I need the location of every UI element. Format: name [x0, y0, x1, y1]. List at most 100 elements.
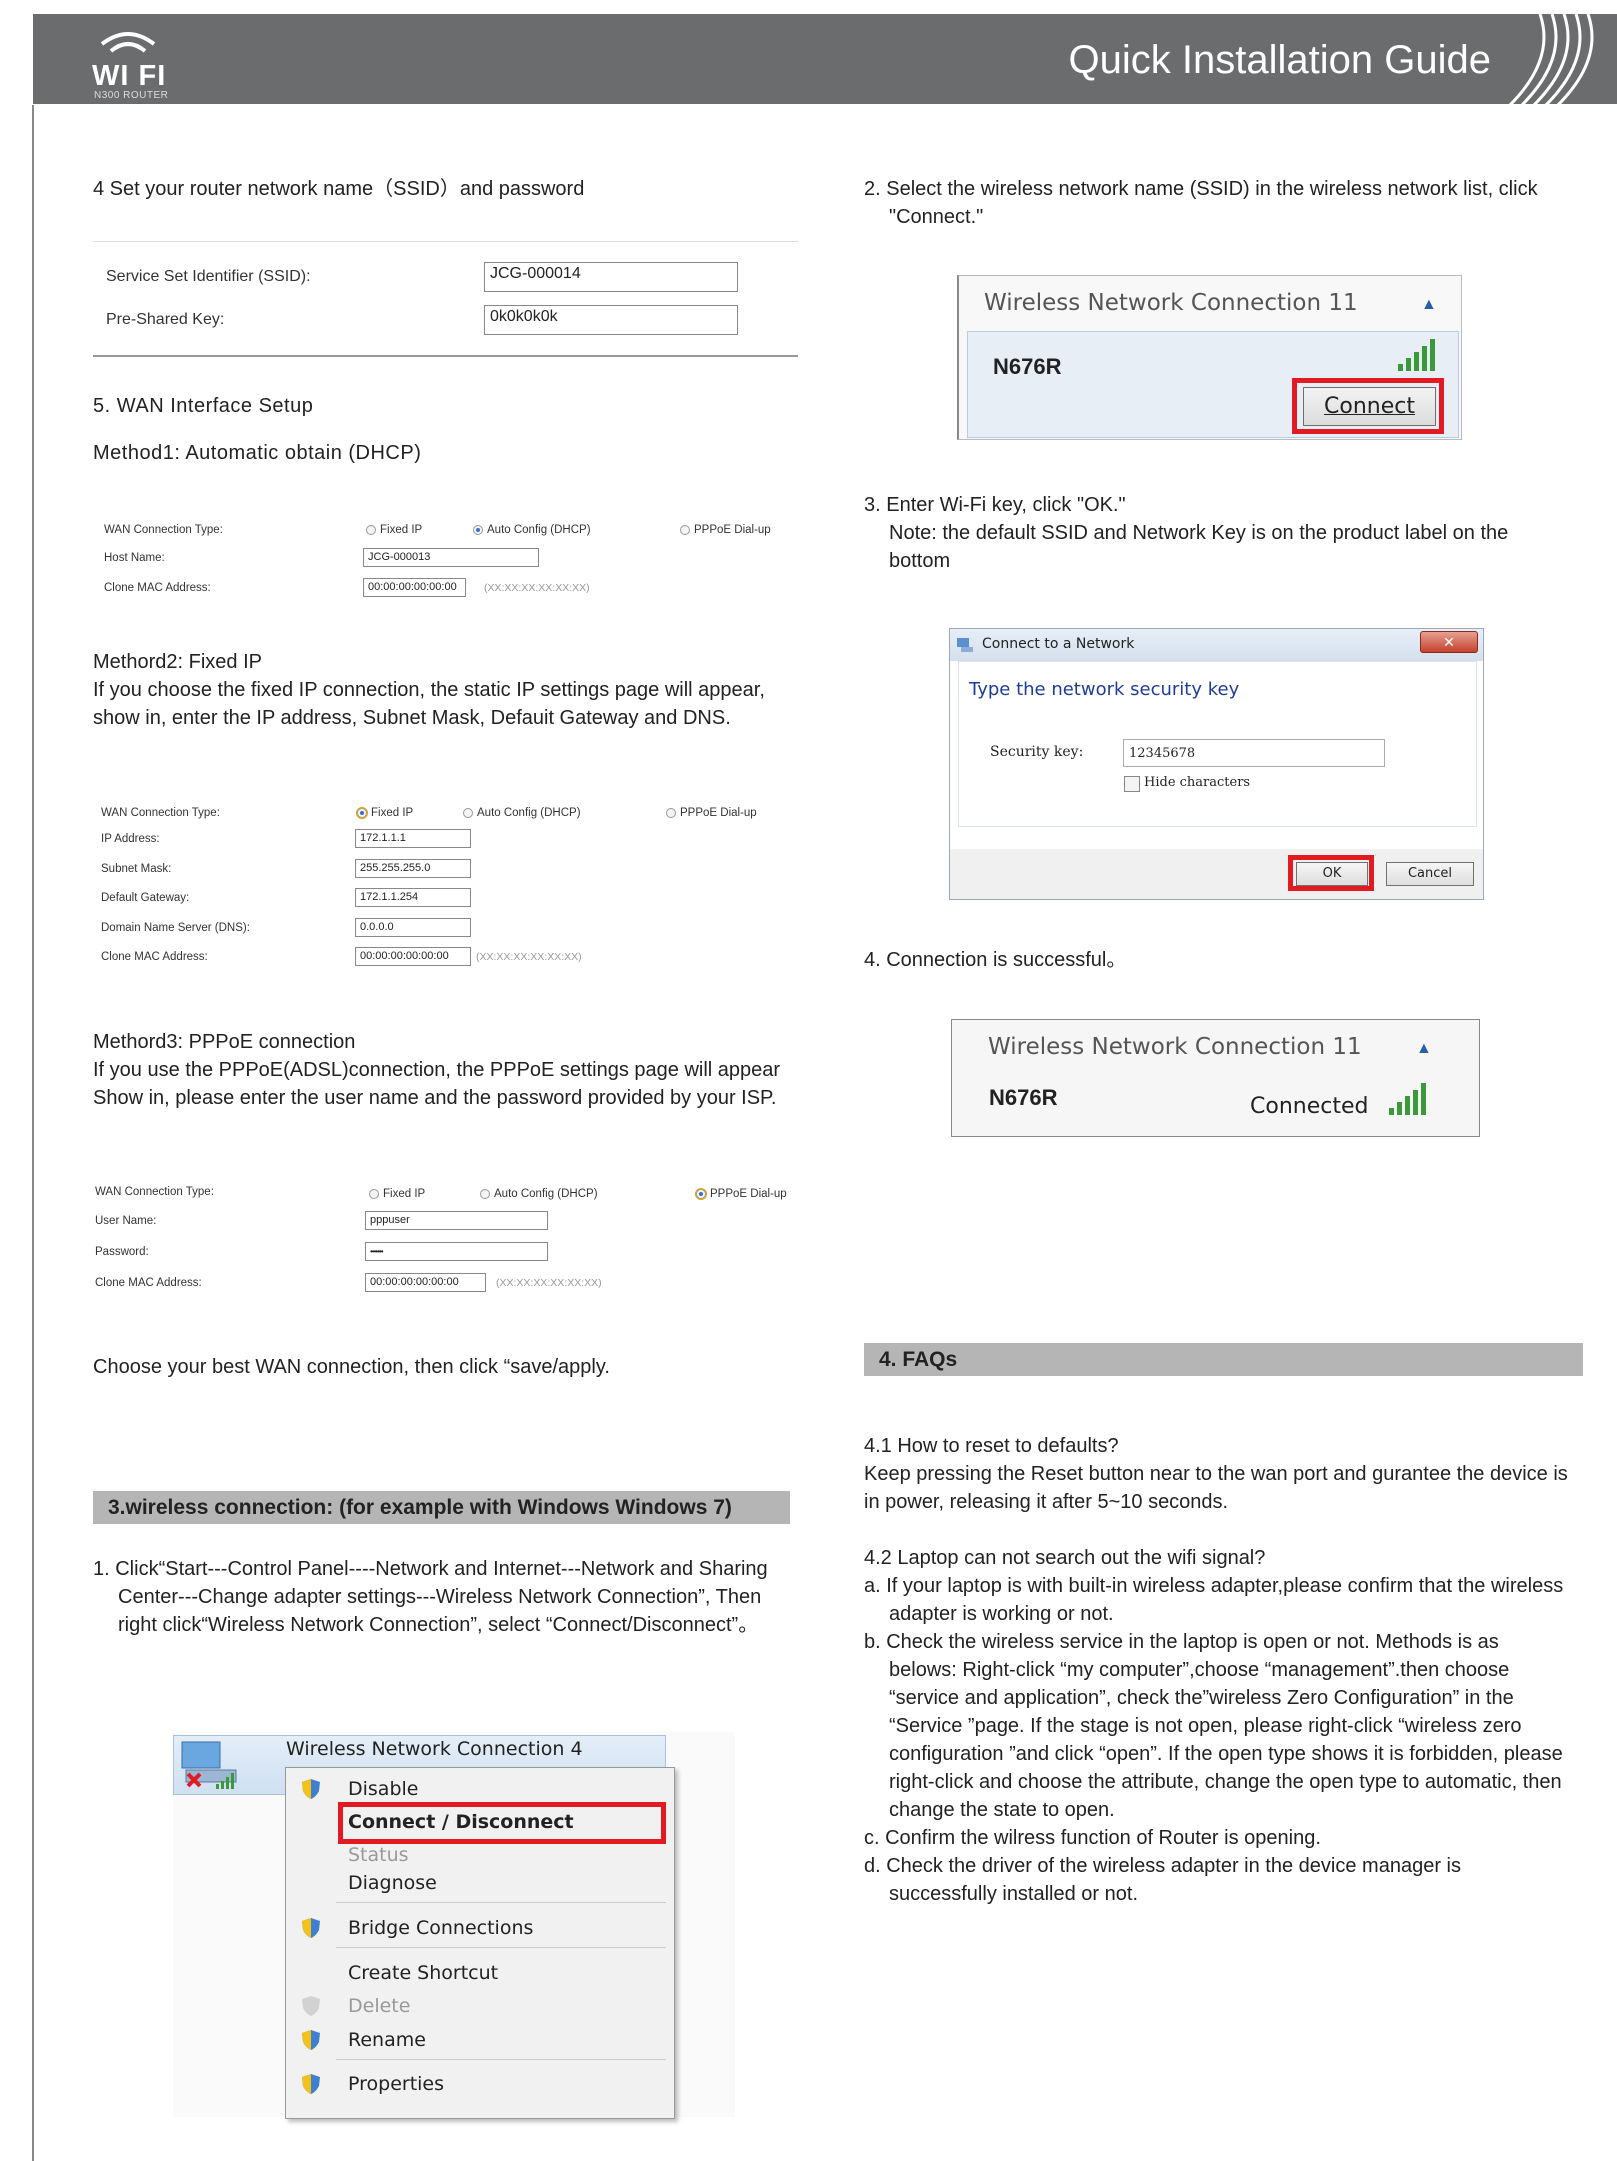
password-input[interactable]: •••••••	[365, 1242, 548, 1261]
menu-item-disable[interactable]: Disable	[348, 1778, 418, 1800]
decorative-stripes-icon	[1508, 14, 1594, 107]
radio-label: PPPoE Dial-up	[710, 1188, 787, 1200]
cancel-button[interactable]: Cancel	[1386, 862, 1474, 886]
radio-icon	[480, 1189, 490, 1199]
logo-text: WI FI	[92, 60, 167, 92]
radio-label: PPPoE Dial-up	[680, 807, 757, 819]
faq2-item-a: a. If your laptop is with built-in wirel…	[864, 1575, 1564, 1625]
method2-text: If you choose the fixed IP connection, t…	[93, 679, 765, 729]
logo-subtitle: N300 ROUTER	[94, 90, 169, 101]
menu-item-rename[interactable]: Rename	[348, 2029, 426, 2051]
connection-status: Connected	[1250, 1094, 1369, 1119]
wireless-network-popup: Wireless Network Connection 11 ▲ N676R C…	[957, 275, 1462, 440]
radio-auto-config[interactable]: Auto Config (DHCP)	[480, 1188, 598, 1200]
radio-label: Fixed IP	[383, 1188, 426, 1200]
user-name-input[interactable]: pppuser	[365, 1211, 548, 1230]
dialog-heading: Type the network security key	[969, 679, 1240, 700]
dns-input[interactable]: 0.0.0.0	[355, 918, 471, 937]
gateway-input[interactable]: 172.1.1.254	[355, 888, 471, 907]
shield-icon	[300, 2029, 322, 2051]
clone-mac-label: Clone MAC Address:	[104, 582, 211, 594]
hide-characters-checkbox[interactable]	[1124, 776, 1140, 792]
security-key-input[interactable]: 12345678	[1123, 739, 1385, 767]
step2-paragraph: 2. Select the wireless network name (SSI…	[864, 178, 1538, 228]
radio-fixed-ip[interactable]: Fixed IP	[369, 1188, 425, 1200]
mac-format-hint: (XX:XX:XX:XX:XX:XX)	[476, 951, 582, 963]
faq1-answer: Keep pressing the Reset button near to t…	[864, 1463, 1568, 1513]
divider	[93, 355, 798, 357]
subnet-mask-input[interactable]: 255.255.255.0	[355, 859, 471, 878]
faq1-question: 4.1 How to reset to defaults?	[864, 1435, 1119, 1457]
ok-button[interactable]: OK	[1296, 862, 1368, 886]
method3-title: Methord3: PPPoE connection	[93, 1031, 356, 1053]
chevron-up-icon[interactable]: ▲	[1416, 1040, 1432, 1058]
psk-input[interactable]: 0k0k0k0k	[484, 305, 738, 335]
clone-mac-input[interactable]: 00:00:00:00:00:00	[355, 947, 471, 966]
step2-text: 2. Select the wireless network name (SSI…	[864, 175, 1564, 231]
faq-section-header: 4. FAQs	[864, 1343, 1583, 1376]
chevron-up-icon[interactable]: ▲	[1421, 296, 1437, 314]
divider	[93, 241, 798, 242]
radio-pppoe[interactable]: PPPoE Dial-up	[680, 524, 771, 536]
ssid-input[interactable]: JCG-000014	[484, 262, 738, 292]
network-adapter-icon	[181, 1741, 237, 1789]
security-key-label: Security key:	[990, 744, 1084, 760]
menu-separator	[336, 1902, 666, 1903]
radio-auto-config[interactable]: Auto Config (DHCP)	[473, 524, 591, 536]
clone-mac-label: Clone MAC Address:	[95, 1277, 202, 1289]
radio-auto-config[interactable]: Auto Config (DHCP)	[463, 807, 581, 819]
radio-pppoe[interactable]: PPPoE Dial-up	[695, 1188, 787, 1200]
method2-title: Methord2: Fixed IP	[93, 651, 262, 673]
radio-pppoe[interactable]: PPPoE Dial-up	[666, 807, 757, 819]
host-name-label: Host Name:	[104, 552, 165, 564]
shield-icon	[300, 1917, 322, 1939]
radio-label: PPPoE Dial-up	[694, 524, 771, 536]
highlight-box	[338, 1802, 666, 1844]
radio-icon	[463, 808, 473, 818]
wan-type-label: WAN Connection Type:	[95, 1186, 214, 1198]
radio-selected-icon	[356, 807, 368, 819]
context-menu: Disable Connect / Disconnect Status Diag…	[285, 1767, 675, 2119]
network-icon	[957, 638, 973, 652]
menu-item-delete: Delete	[348, 1995, 411, 2017]
radio-selected-icon	[473, 525, 483, 535]
section-3-header: 3.wireless connection: (for example with…	[93, 1491, 790, 1524]
faq2-question: 4.2 Laptop can not search out the wifi s…	[864, 1547, 1266, 1569]
ip-address-label: IP Address:	[101, 833, 160, 845]
wifi-logo: WI FI N300 ROUTER	[92, 30, 222, 101]
left-margin-rule	[32, 105, 34, 2161]
host-name-input[interactable]: JCG-000013	[363, 548, 539, 567]
menu-item-diagnose[interactable]: Diagnose	[348, 1872, 437, 1894]
network-name: N676R	[993, 354, 1062, 379]
network-name: N676R	[989, 1085, 1058, 1110]
faq2-item-c: c. Confirm the wilress function of Route…	[864, 1827, 1321, 1849]
clone-mac-label: Clone MAC Address:	[101, 951, 208, 963]
menu-item-properties[interactable]: Properties	[348, 2073, 444, 2095]
shield-icon	[300, 1995, 322, 2017]
step1-paragraph: 1. Click“Start---Control Panel----Networ…	[93, 1558, 768, 1636]
close-icon[interactable]: ✕	[1420, 631, 1478, 653]
faq-content: 4.1 How to reset to defaults? Keep press…	[864, 1432, 1569, 1908]
step1-text: 1. Click“Start---Control Panel----Networ…	[93, 1555, 783, 1639]
page-title: Quick Installation Guide	[1068, 38, 1491, 82]
method3-text: If you use the PPPoE(ADSL)connection, th…	[93, 1059, 781, 1109]
radio-icon	[666, 808, 676, 818]
radio-icon	[369, 1189, 379, 1199]
faq2-item-d: d. Check the driver of the wireless adap…	[864, 1855, 1461, 1905]
gateway-label: Default Gateway:	[101, 892, 190, 904]
menu-item-create-shortcut[interactable]: Create Shortcut	[348, 1962, 498, 1984]
menu-item-bridge-connections[interactable]: Bridge Connections	[348, 1917, 533, 1939]
wan-type-label: WAN Connection Type:	[104, 524, 223, 536]
psk-label: Pre-Shared Key:	[106, 311, 225, 328]
step3-note: Note: the default SSID and Network Key i…	[889, 522, 1509, 572]
connect-button[interactable]: Connect	[1303, 387, 1436, 426]
clone-mac-input[interactable]: 00:00:00:00:00:00	[363, 578, 466, 597]
step4-connection-text: 4. Connection is successful。	[864, 949, 1127, 971]
user-name-label: User Name:	[95, 1215, 157, 1227]
radio-fixed-ip[interactable]: Fixed IP	[366, 524, 422, 536]
connected-popup: Wireless Network Connection 11 ▲ N676R C…	[951, 1019, 1480, 1137]
ip-address-input[interactable]: 172.1.1.1	[355, 829, 471, 848]
dialog-title: Connect to a Network	[982, 636, 1135, 652]
radio-fixed-ip[interactable]: Fixed IP	[356, 807, 413, 819]
clone-mac-input[interactable]: 00:00:00:00:00:00	[365, 1273, 486, 1292]
